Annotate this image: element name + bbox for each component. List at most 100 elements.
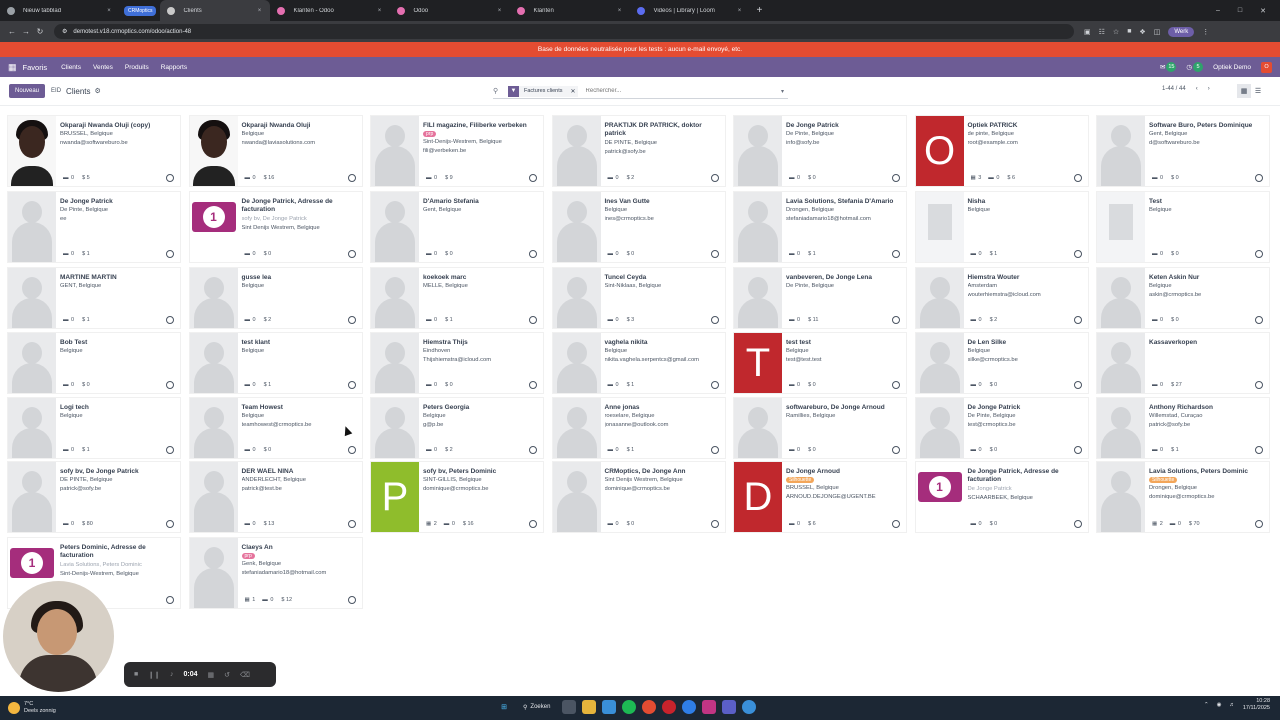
search-input[interactable]: [585, 88, 781, 94]
minimize-icon[interactable]: –: [1216, 7, 1220, 15]
menu-kebab-icon[interactable]: ⋮: [1202, 28, 1209, 36]
menu-rapports[interactable]: Rapports: [161, 64, 187, 71]
invoice-amount-icon[interactable]: $ 12: [280, 597, 292, 603]
invoice-amount-icon[interactable]: $ 0: [1170, 175, 1179, 181]
activity-clock-icon[interactable]: [710, 250, 719, 258]
partner-card[interactable]: Psofy bv, Peters Dominic SINT-GILLIS, Bel…: [370, 461, 544, 533]
partner-card[interactable]: Claeys An prp Genk, Belgique stefaniadamari…: [188, 537, 363, 609]
invoice-amount-icon[interactable]: $ 9: [444, 175, 453, 181]
partner-card[interactable]: D'Amario Stefania Gent, Belgique ▬ 0 $ 0: [370, 191, 544, 263]
activity-clock-icon[interactable]: [529, 316, 537, 324]
partner-card[interactable]: MARTINE MARTIN GENT, Belgique ▬ 0 $ 1: [7, 267, 181, 329]
bookmark-star-icon[interactable]: ☆: [1113, 28, 1119, 36]
activity-clock-icon[interactable]: [347, 174, 356, 182]
partner-card[interactable]: vanbeveren, De Jonge Lena De Pinte, Belgi…: [733, 267, 907, 329]
pause-recording-icon[interactable]: ❙❙: [148, 671, 160, 679]
browser-tab[interactable]: Klanten ×: [510, 0, 630, 21]
wifi-icon[interactable]: ◉: [1217, 702, 1222, 708]
sale-icon[interactable]: ▬ 0: [789, 447, 800, 453]
chrome-icon[interactable]: [642, 700, 657, 714]
partner-card[interactable]: test klant Belgique ▬ 0 $ 1: [188, 332, 363, 394]
activity-clock-icon[interactable]: [347, 520, 356, 528]
search-options-toggle-icon[interactable]: ▾: [781, 88, 788, 95]
sale-icon[interactable]: ▬ 0: [245, 251, 256, 257]
partner-card[interactable]: Anne jonas roeselare, Belgique jonasanne@o…: [551, 397, 726, 459]
windows-start-icon[interactable]: ⊞: [497, 700, 511, 714]
menu-clients[interactable]: Clients: [61, 64, 81, 71]
url-field[interactable]: ⚙ demotest.v18.crmoptics.com/odoo/action…: [54, 24, 1074, 39]
sale-icon[interactable]: ▬ 0: [971, 251, 982, 257]
partner-card[interactable]: Peters Georgia Belgique g@p.be ▬ 0 $ 2: [370, 397, 544, 459]
profile-button[interactable]: Werk: [1168, 26, 1195, 37]
spotify-icon[interactable]: [622, 700, 637, 714]
close-tab-icon[interactable]: ×: [735, 8, 743, 14]
pinterest-icon[interactable]: [662, 700, 677, 714]
invoice-amount-icon[interactable]: $ 2: [626, 175, 635, 181]
activity-clock-icon[interactable]: [1255, 316, 1263, 324]
activity-clock-icon[interactable]: [166, 316, 174, 324]
close-tab-icon[interactable]: ×: [615, 8, 623, 14]
sale-icon[interactable]: ▬ 0: [245, 317, 256, 323]
sale-icon[interactable]: ▬ 0: [1170, 521, 1181, 527]
activity-clock-icon[interactable]: [1255, 174, 1263, 182]
forward-icon[interactable]: →: [20, 27, 32, 36]
invoice-amount-icon[interactable]: $ 0: [626, 521, 635, 527]
sale-icon[interactable]: ▬ 0: [426, 251, 437, 257]
sale-icon[interactable]: ▬ 0: [971, 382, 982, 388]
browser-tab[interactable]: Nieuw tabblad ×: [0, 0, 120, 21]
chrome-active-icon[interactable]: [742, 700, 757, 714]
taskbar-search[interactable]: ⚲ Zoeken: [517, 700, 556, 714]
activity-clock-icon[interactable]: [710, 381, 719, 389]
invoice-amount-icon[interactable]: $ 11: [807, 317, 818, 323]
sale-icon[interactable]: ▬ 0: [63, 447, 74, 453]
activity-clock-icon[interactable]: [1255, 446, 1263, 454]
partner-card[interactable]: koekoek marc MELLE, Belgique ▬ 0 $ 1: [370, 267, 544, 329]
sale-icon[interactable]: ▬ 0: [608, 175, 619, 181]
partner-card[interactable]: De Len Silke Belgique silke@crmoptics.be ▬ …: [914, 332, 1089, 394]
activity-clock-icon[interactable]: [892, 174, 900, 182]
file-explorer-icon[interactable]: [582, 700, 597, 714]
invoice-amount-icon[interactable]: $ 0: [626, 251, 635, 257]
partner-card[interactable]: Tuncel Ceyda Sint-Niklaas, Belgique ▬ 0 $ 3: [551, 267, 726, 329]
store-icon[interactable]: [602, 700, 617, 714]
meeting-icon[interactable]: ▦ 2: [1152, 521, 1163, 527]
extension-icon[interactable]: ■: [1127, 28, 1131, 35]
sale-icon[interactable]: ▬ 0: [789, 251, 800, 257]
sale-icon[interactable]: ▬ 0: [971, 447, 982, 453]
invoice-amount-icon[interactable]: $ 0: [807, 447, 816, 453]
activity-clock-icon[interactable]: [1255, 520, 1263, 528]
activity-clock-icon[interactable]: [1255, 250, 1263, 258]
partner-card[interactable]: FILI magazine, Filiberke verbeken prp Sint…: [370, 115, 544, 187]
partner-card[interactable]: Okparaji Nwanda Oluji (copy) BRUSSEL, Bel…: [7, 115, 181, 187]
activity-clock-icon[interactable]: [347, 596, 356, 604]
sale-icon[interactable]: ▬ 0: [245, 175, 256, 181]
cast-icon[interactable]: ▣: [1084, 28, 1091, 36]
activity-clock-icon[interactable]: [529, 381, 537, 389]
partner-card[interactable]: Nisha Belgique ▬ 0 $ 1: [914, 191, 1089, 263]
sale-icon[interactable]: ▬ 0: [245, 382, 256, 388]
activity-clock-icon[interactable]: [347, 250, 356, 258]
activity-clock-icon[interactable]: [892, 520, 900, 528]
grid-icon[interactable]: ▦: [207, 671, 214, 679]
activity-clock-icon[interactable]: [1073, 446, 1082, 454]
activity-clock-icon[interactable]: [166, 250, 174, 258]
close-tab-icon[interactable]: ×: [255, 8, 263, 14]
invoice-amount-icon[interactable]: $ 16: [462, 521, 474, 527]
sale-icon[interactable]: ▬ 0: [1152, 382, 1163, 388]
delete-icon[interactable]: ⌫: [240, 671, 250, 679]
company-switcher[interactable]: Optiek Demo: [1213, 64, 1251, 71]
invoice-amount-icon[interactable]: $ 2: [444, 447, 453, 453]
tab-group-label[interactable]: CRMoptics: [124, 5, 157, 16]
close-tab-icon[interactable]: ×: [495, 8, 503, 14]
invoice-amount-icon[interactable]: $ 0: [444, 251, 453, 257]
maximize-icon[interactable]: □: [1238, 7, 1242, 15]
invoice-amount-icon[interactable]: $ 1: [626, 447, 635, 453]
close-window-icon[interactable]: ✕: [1260, 7, 1266, 15]
sale-icon[interactable]: ▬ 0: [1152, 251, 1163, 257]
invoice-amount-icon[interactable]: $ 2: [989, 317, 998, 323]
partner-card[interactable]: Software Buro, Peters Dominique Gent, Bel…: [1096, 115, 1270, 187]
activity-clock-icon[interactable]: [529, 250, 537, 258]
sale-icon[interactable]: ▬ 0: [63, 317, 74, 323]
browser-tab[interactable]: Videos | Library | Loom ×: [630, 0, 750, 21]
partner-card[interactable]: PRAKTIJK DR PATRICK, doktor patrick DE PI…: [551, 115, 726, 187]
